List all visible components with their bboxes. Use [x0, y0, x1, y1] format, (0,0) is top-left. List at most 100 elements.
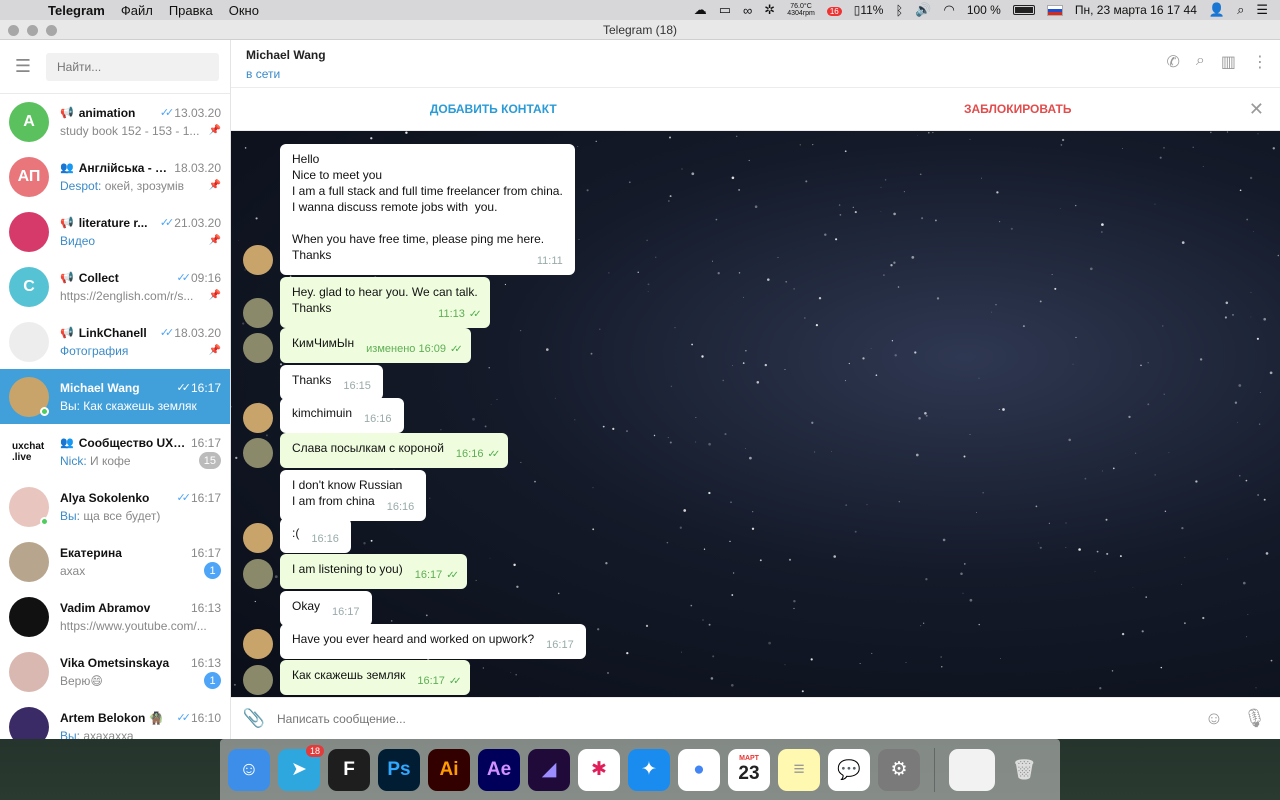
search-icon[interactable]: ⌕ [1196, 52, 1205, 72]
search-input[interactable] [46, 52, 219, 81]
chat-list-item[interactable]: Artem Belokon 🧌 ✓✓ 16:10 Вы: ахахахха [0, 699, 230, 739]
add-contact-button[interactable]: ДОБАВИТЬ КОНТАКТ [231, 102, 756, 116]
channel-icon: 📢 [60, 217, 74, 229]
dock-app-chrome[interactable]: ● [678, 748, 720, 791]
sender-avatar[interactable] [243, 298, 273, 328]
message-bubble-incoming[interactable]: Hello Nice to meet you I am a full stack… [280, 144, 575, 275]
dock-app-finder[interactable]: ☺ [228, 748, 270, 791]
zoom-window-button[interactable] [46, 25, 57, 36]
read-ticks-icon: ✓✓ [487, 449, 500, 460]
sidebar-toggle-icon[interactable]: ▥ [1221, 52, 1236, 72]
menu-edit[interactable]: Правка [169, 3, 213, 18]
sender-avatar[interactable] [243, 403, 273, 433]
phone-icon[interactable]: ✆ [1167, 52, 1180, 72]
menu-file[interactable]: Файл [121, 3, 153, 18]
notification-app-icon[interactable]: 16 [826, 3, 842, 17]
dock-app-system-preferences[interactable]: ⚙ [878, 748, 920, 791]
chat-list-item[interactable]: A 📢 animation ✓✓ 13.03.20 study book 152 - 15… [0, 94, 230, 149]
message-bubble-incoming[interactable]: Have you ever heard and worked on upwork… [280, 624, 586, 659]
chat-list-item[interactable]: 📢 LinkChanell ✓✓ 18.03.20 Фотография 📌 [0, 314, 230, 369]
star [370, 539, 373, 542]
cpu-stats[interactable]: 76.0°C 4304rpm [787, 3, 815, 17]
menu-app-name[interactable]: Telegram [48, 3, 105, 18]
chat-list-item[interactable]: uxchat .live 👥 Сообщество UX /... 16:17 Nick… [0, 424, 230, 479]
message-input[interactable] [277, 711, 1205, 726]
star [731, 176, 735, 180]
message-bubble-outgoing[interactable]: I am listening to you) 16:17 ✓✓ [280, 554, 468, 589]
spotlight-search-icon[interactable]: ⌕ [1237, 2, 1244, 18]
clock[interactable]: Пн, 23 марта 16 17 44 [1075, 3, 1197, 17]
message-bubble-incoming[interactable]: :(16:16 [280, 518, 351, 553]
bluetooth-icon[interactable]: ᛒ [895, 3, 903, 18]
dock-app-calendar[interactable]: МАРТ 23 [728, 748, 770, 791]
star [732, 572, 735, 574]
volume-icon[interactable]: 🔊 [915, 2, 931, 18]
dock-app-figma[interactable]: F [328, 748, 370, 791]
hamburger-menu-icon[interactable]: ☰ [0, 56, 46, 77]
battery-small-status[interactable]: ▯11% [854, 3, 884, 17]
microphone-icon[interactable]: 🎙 [1243, 708, 1266, 729]
dock-app-notes[interactable]: ≡ [778, 748, 820, 791]
chat-list-item[interactable]: Alya Sokolenko ✓✓ 16:17 Вы: ща все будет) [0, 479, 230, 534]
message-bubble-incoming[interactable]: Thanks 16:15 [280, 365, 383, 400]
star [1096, 550, 1099, 553]
cloud-icon[interactable]: ☁ [694, 2, 707, 18]
sender-avatar[interactable] [243, 333, 273, 363]
dock-app-safari[interactable]: ✦ [628, 748, 670, 791]
chat-list-item[interactable]: Екатерина 16:17 ахах 1 [0, 534, 230, 589]
message-bubble-outgoing[interactable]: Как скажешь земляк 16:17 ✓✓ [280, 660, 470, 695]
chat-list-item[interactable]: АП 👥 Англійська - п... 18.03.20 Despot: окей… [0, 149, 230, 204]
dock-app-messages[interactable]: 💬 [828, 748, 870, 791]
message-bubble-outgoing[interactable]: Hey. glad to hear you. We can talk. Than… [280, 277, 490, 328]
attach-icon[interactable]: 📎 [231, 708, 277, 729]
close-window-button[interactable] [8, 25, 19, 36]
chat-list-item[interactable]: Michael Wang ✓✓ 16:17 Вы: Как скажешь земля… [0, 369, 230, 424]
star [1039, 546, 1042, 549]
chat-list-item[interactable]: C 📢 Collect ✓✓ 09:16 https://2english.com/r/s… [0, 259, 230, 314]
more-menu-icon[interactable]: ⋮ [1252, 52, 1268, 72]
chat-title[interactable]: Michael Wang [246, 48, 326, 62]
sender-avatar[interactable] [243, 559, 273, 589]
dock-app-media-encoder[interactable]: ◢ [528, 748, 570, 791]
block-user-button[interactable]: ЗАБЛОКИРОВАТЬ [756, 102, 1280, 116]
dock-app-telegram[interactable]: ➤ 18 [278, 744, 324, 791]
battery-percent[interactable]: 100 % [967, 3, 1001, 17]
trash-icon[interactable]: 🗑 [1003, 749, 1045, 791]
wifi-icon[interactable]: ◠ [943, 2, 954, 18]
dock-app-illustrator[interactable]: Ai [428, 748, 470, 791]
dock-app-slack[interactable]: ✱ [578, 748, 620, 791]
chat-list-item[interactable]: Vika Ometsinskaya 16:13 Верю😄 1 [0, 644, 230, 699]
star [764, 363, 767, 367]
battery-icon[interactable] [1012, 5, 1035, 15]
star [788, 558, 792, 561]
message-bubble-incoming[interactable]: kimchimuin 16:16 [280, 398, 404, 433]
notification-center-icon[interactable]: ☰ [1256, 2, 1268, 18]
message-bubble-outgoing[interactable]: Слава посылкам с короной 16:16 ✓✓ [280, 433, 509, 468]
creative-cloud-icon[interactable]: ∞ [743, 3, 752, 18]
sender-avatar[interactable] [243, 665, 273, 695]
input-language-flag-icon[interactable] [1046, 4, 1063, 16]
chat-list-item[interactable]: 📢 literature r... ✓✓ 21.03.20 Видео 📌 [0, 204, 230, 259]
close-icon[interactable]: ✕ [1249, 99, 1264, 120]
star [1140, 364, 1142, 367]
menu-window[interactable]: Окно [229, 3, 259, 18]
chat-list-item[interactable]: Vadim Abramov 16:13 https://www.youtube.co… [0, 589, 230, 644]
window-titlebar[interactable]: Telegram (18) [0, 20, 1280, 40]
message-list[interactable]: Hello Nice to meet you I am a full stack… [231, 131, 1280, 697]
sender-avatar[interactable] [243, 245, 273, 275]
minimize-window-button[interactable] [27, 25, 38, 36]
sender-avatar[interactable] [243, 629, 273, 659]
message-bubble-outgoing[interactable]: КимЧимЫн изменено 16:09 ✓✓ [280, 328, 471, 363]
emoji-icon[interactable]: ☺ [1205, 708, 1223, 729]
dock-minimized-window[interactable] [949, 748, 995, 791]
dock-app-after-effects[interactable]: Ae [478, 748, 520, 791]
dock-app-photoshop[interactable]: Ps [378, 748, 420, 791]
sender-avatar[interactable] [243, 523, 273, 553]
airplay-icon[interactable]: ▭ [719, 2, 731, 18]
star [1060, 144, 1063, 146]
message-bubble-incoming[interactable]: Okay 16:17 [280, 591, 372, 626]
sender-avatar[interactable] [243, 438, 273, 468]
message-bubble-incoming[interactable]: I don't know Russian I am from china 16:1… [280, 470, 427, 521]
user-icon[interactable]: 👤 [1209, 2, 1225, 18]
chat-time: 16:17 [190, 490, 221, 505]
